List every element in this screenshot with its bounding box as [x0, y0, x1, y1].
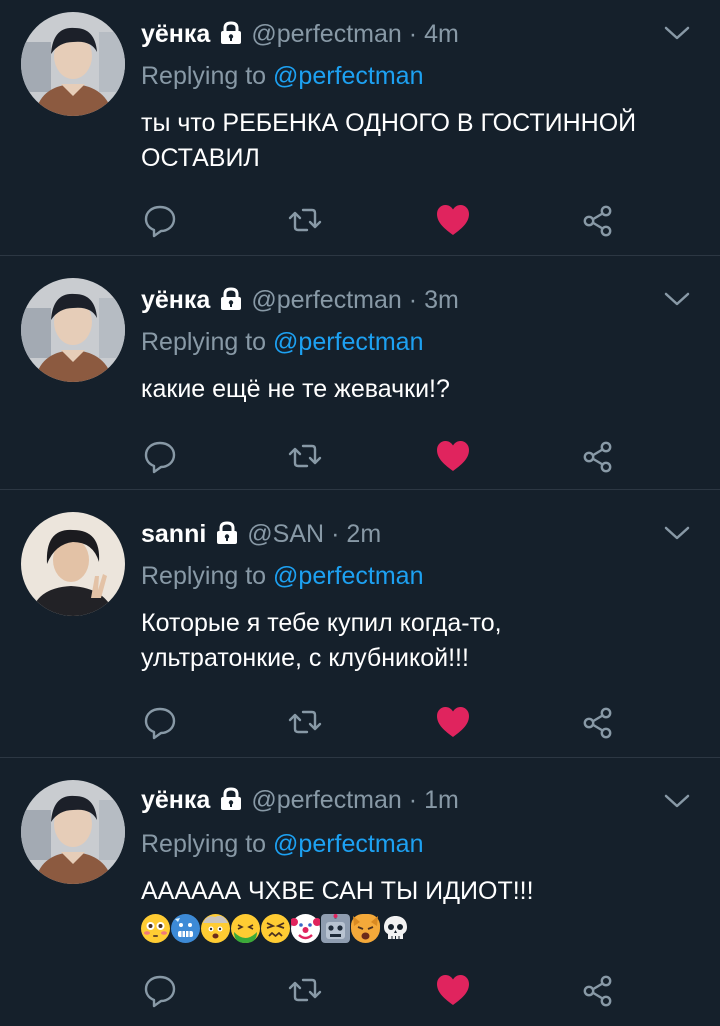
flushed-face-icon — [141, 914, 170, 943]
chevron-down-icon[interactable] — [664, 525, 690, 546]
share-icon[interactable] — [578, 702, 618, 742]
tweet-text: какие ещё не те жевачки!? — [141, 375, 450, 403]
separator-dot: · — [331, 519, 340, 548]
tweet-actions — [0, 702, 720, 742]
reply-icon[interactable] — [140, 200, 180, 240]
chevron-down-icon[interactable] — [664, 25, 690, 46]
replying-prefix: Replying to — [141, 830, 267, 858]
tweet[interactable]: уёнка @perfectman · 3m Replying to @perf… — [0, 256, 720, 490]
share-icon[interactable] — [578, 970, 618, 1010]
replying-prefix: Replying to — [141, 62, 267, 90]
reply-icon[interactable] — [140, 436, 180, 476]
replying-prefix: Replying to — [141, 562, 267, 590]
cold-face-icon — [171, 914, 200, 943]
tweet[interactable]: уёнка @perfectman · 1m Replying to @perf… — [0, 758, 720, 1026]
user-handle[interactable]: @perfectman — [251, 786, 401, 815]
mention-link[interactable]: @perfectman — [273, 328, 423, 356]
lock-icon — [214, 520, 240, 550]
replying-to: Replying to @perfectman — [141, 830, 423, 859]
user-handle[interactable]: @SAN — [247, 520, 324, 549]
heart-icon[interactable] — [433, 200, 473, 240]
separator-dot: · — [408, 785, 418, 814]
mention-link[interactable]: @perfectman — [273, 830, 423, 858]
clown-face-icon — [290, 914, 321, 943]
tweet-header: уёнка @perfectman · 3m — [141, 280, 459, 320]
chevron-down-icon[interactable] — [664, 291, 690, 312]
replying-to: Replying to @perfectman — [141, 62, 423, 91]
mention-link[interactable]: @perfectman — [273, 62, 423, 90]
retweet-icon[interactable] — [285, 436, 325, 476]
chevron-down-icon[interactable] — [664, 793, 690, 814]
robot-face-icon — [321, 914, 350, 943]
reply-icon[interactable] — [140, 702, 180, 742]
timestamp[interactable]: 1m — [424, 786, 459, 815]
tweet-header: sanni @SAN · 2m — [141, 514, 381, 554]
avatar[interactable] — [21, 12, 125, 116]
retweet-icon[interactable] — [285, 702, 325, 742]
tweet-header: уёнка @perfectman · 1m — [141, 780, 459, 820]
replying-prefix: Replying to — [141, 328, 267, 356]
tweet-actions — [0, 436, 720, 476]
nauseated-face-icon — [231, 914, 260, 943]
avatar[interactable] — [21, 278, 125, 382]
tweet-text: Которые я тебе купил когда-то, ультратон… — [141, 609, 502, 672]
confounded-face-icon — [261, 914, 290, 943]
replying-to: Replying to @perfectman — [141, 328, 423, 357]
user-handle[interactable]: @perfectman — [251, 20, 401, 49]
tweet[interactable]: sanni @SAN · 2m Replying to @perfectman … — [0, 490, 720, 758]
mention-link[interactable]: @perfectman — [273, 562, 423, 590]
reply-icon[interactable] — [140, 970, 180, 1010]
tweet-header: уёнка @perfectman · 4m — [141, 14, 459, 54]
lock-icon — [218, 786, 244, 816]
share-icon[interactable] — [578, 436, 618, 476]
display-name[interactable]: уёнка — [141, 20, 210, 49]
skull-icon — [381, 914, 410, 943]
separator-dot: · — [408, 19, 418, 48]
retweet-icon[interactable] — [285, 970, 325, 1010]
separator-dot: · — [408, 285, 418, 314]
retweet-icon[interactable] — [285, 200, 325, 240]
heart-icon[interactable] — [433, 970, 473, 1010]
heart-icon[interactable] — [433, 436, 473, 476]
reply-thread: уёнка @perfectman · 4m Replying to @perf… — [0, 0, 720, 1026]
display-name[interactable]: уёнка — [141, 286, 210, 315]
tweet-text: АААААА ЧХВЕ САН ТЫ ИДИОТ!!! — [141, 877, 534, 905]
share-icon[interactable] — [578, 200, 618, 240]
lock-icon — [218, 20, 244, 50]
replying-to: Replying to @perfectman — [141, 562, 423, 591]
lock-icon — [218, 286, 244, 316]
tweet-actions — [0, 200, 720, 240]
tweet-actions — [0, 970, 720, 1010]
display-name[interactable]: sanni — [141, 520, 206, 549]
heart-icon[interactable] — [433, 702, 473, 742]
tweet-text: ты что РЕБЕНКА ОДНОГО В ГОСТИННОЙ ОСТАВИ… — [141, 109, 637, 172]
tweet[interactable]: уёнка @perfectman · 4m Replying to @perf… — [0, 0, 720, 256]
user-handle[interactable]: @perfectman — [251, 286, 401, 315]
timestamp[interactable]: 2m — [346, 520, 381, 549]
avatar[interactable] — [21, 780, 125, 884]
exploding-head-icon — [201, 914, 230, 943]
timestamp[interactable]: 3m — [424, 286, 459, 315]
timestamp[interactable]: 4m — [424, 20, 459, 49]
weary-cat-face-icon — [351, 914, 380, 943]
emoji-row — [141, 914, 410, 943]
display-name[interactable]: уёнка — [141, 786, 210, 815]
avatar[interactable] — [21, 512, 125, 616]
